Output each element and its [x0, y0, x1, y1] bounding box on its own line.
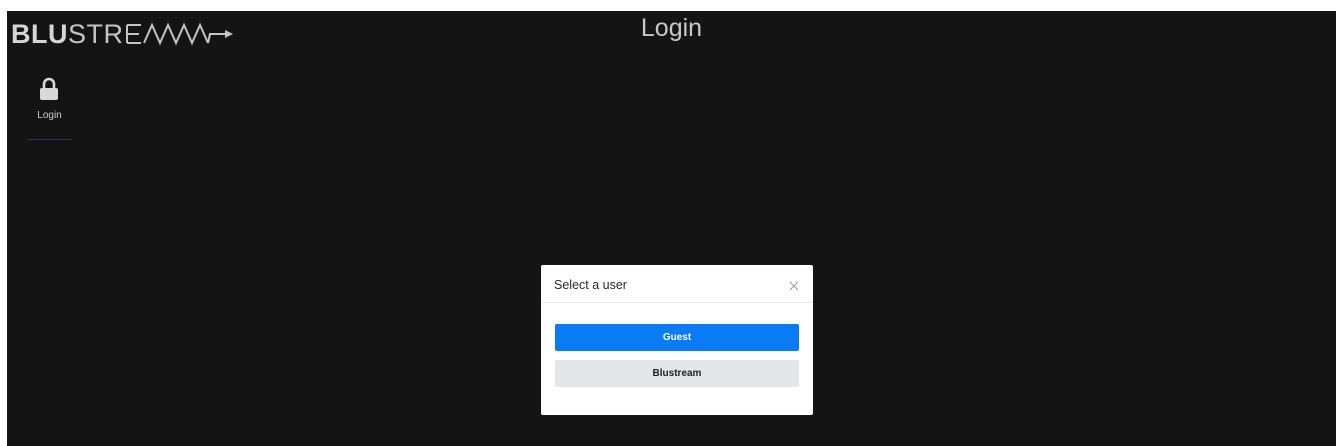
page-title: Login	[640, 14, 703, 42]
app-screen: BLU STR Login Login Select a user Guest …	[7, 11, 1336, 446]
select-user-dialog: Select a user Guest Blustream	[541, 265, 813, 415]
nav-item-login[interactable]: Login	[27, 73, 72, 140]
dialog-title: Select a user	[554, 278, 627, 292]
guest-user-button[interactable]: Guest	[555, 324, 799, 351]
dialog-header: Select a user	[541, 265, 813, 303]
blustream-user-button[interactable]: Blustream	[555, 360, 799, 387]
close-icon[interactable]	[789, 278, 799, 291]
nav-item-label: Login	[37, 110, 62, 121]
lock-icon	[39, 77, 59, 106]
